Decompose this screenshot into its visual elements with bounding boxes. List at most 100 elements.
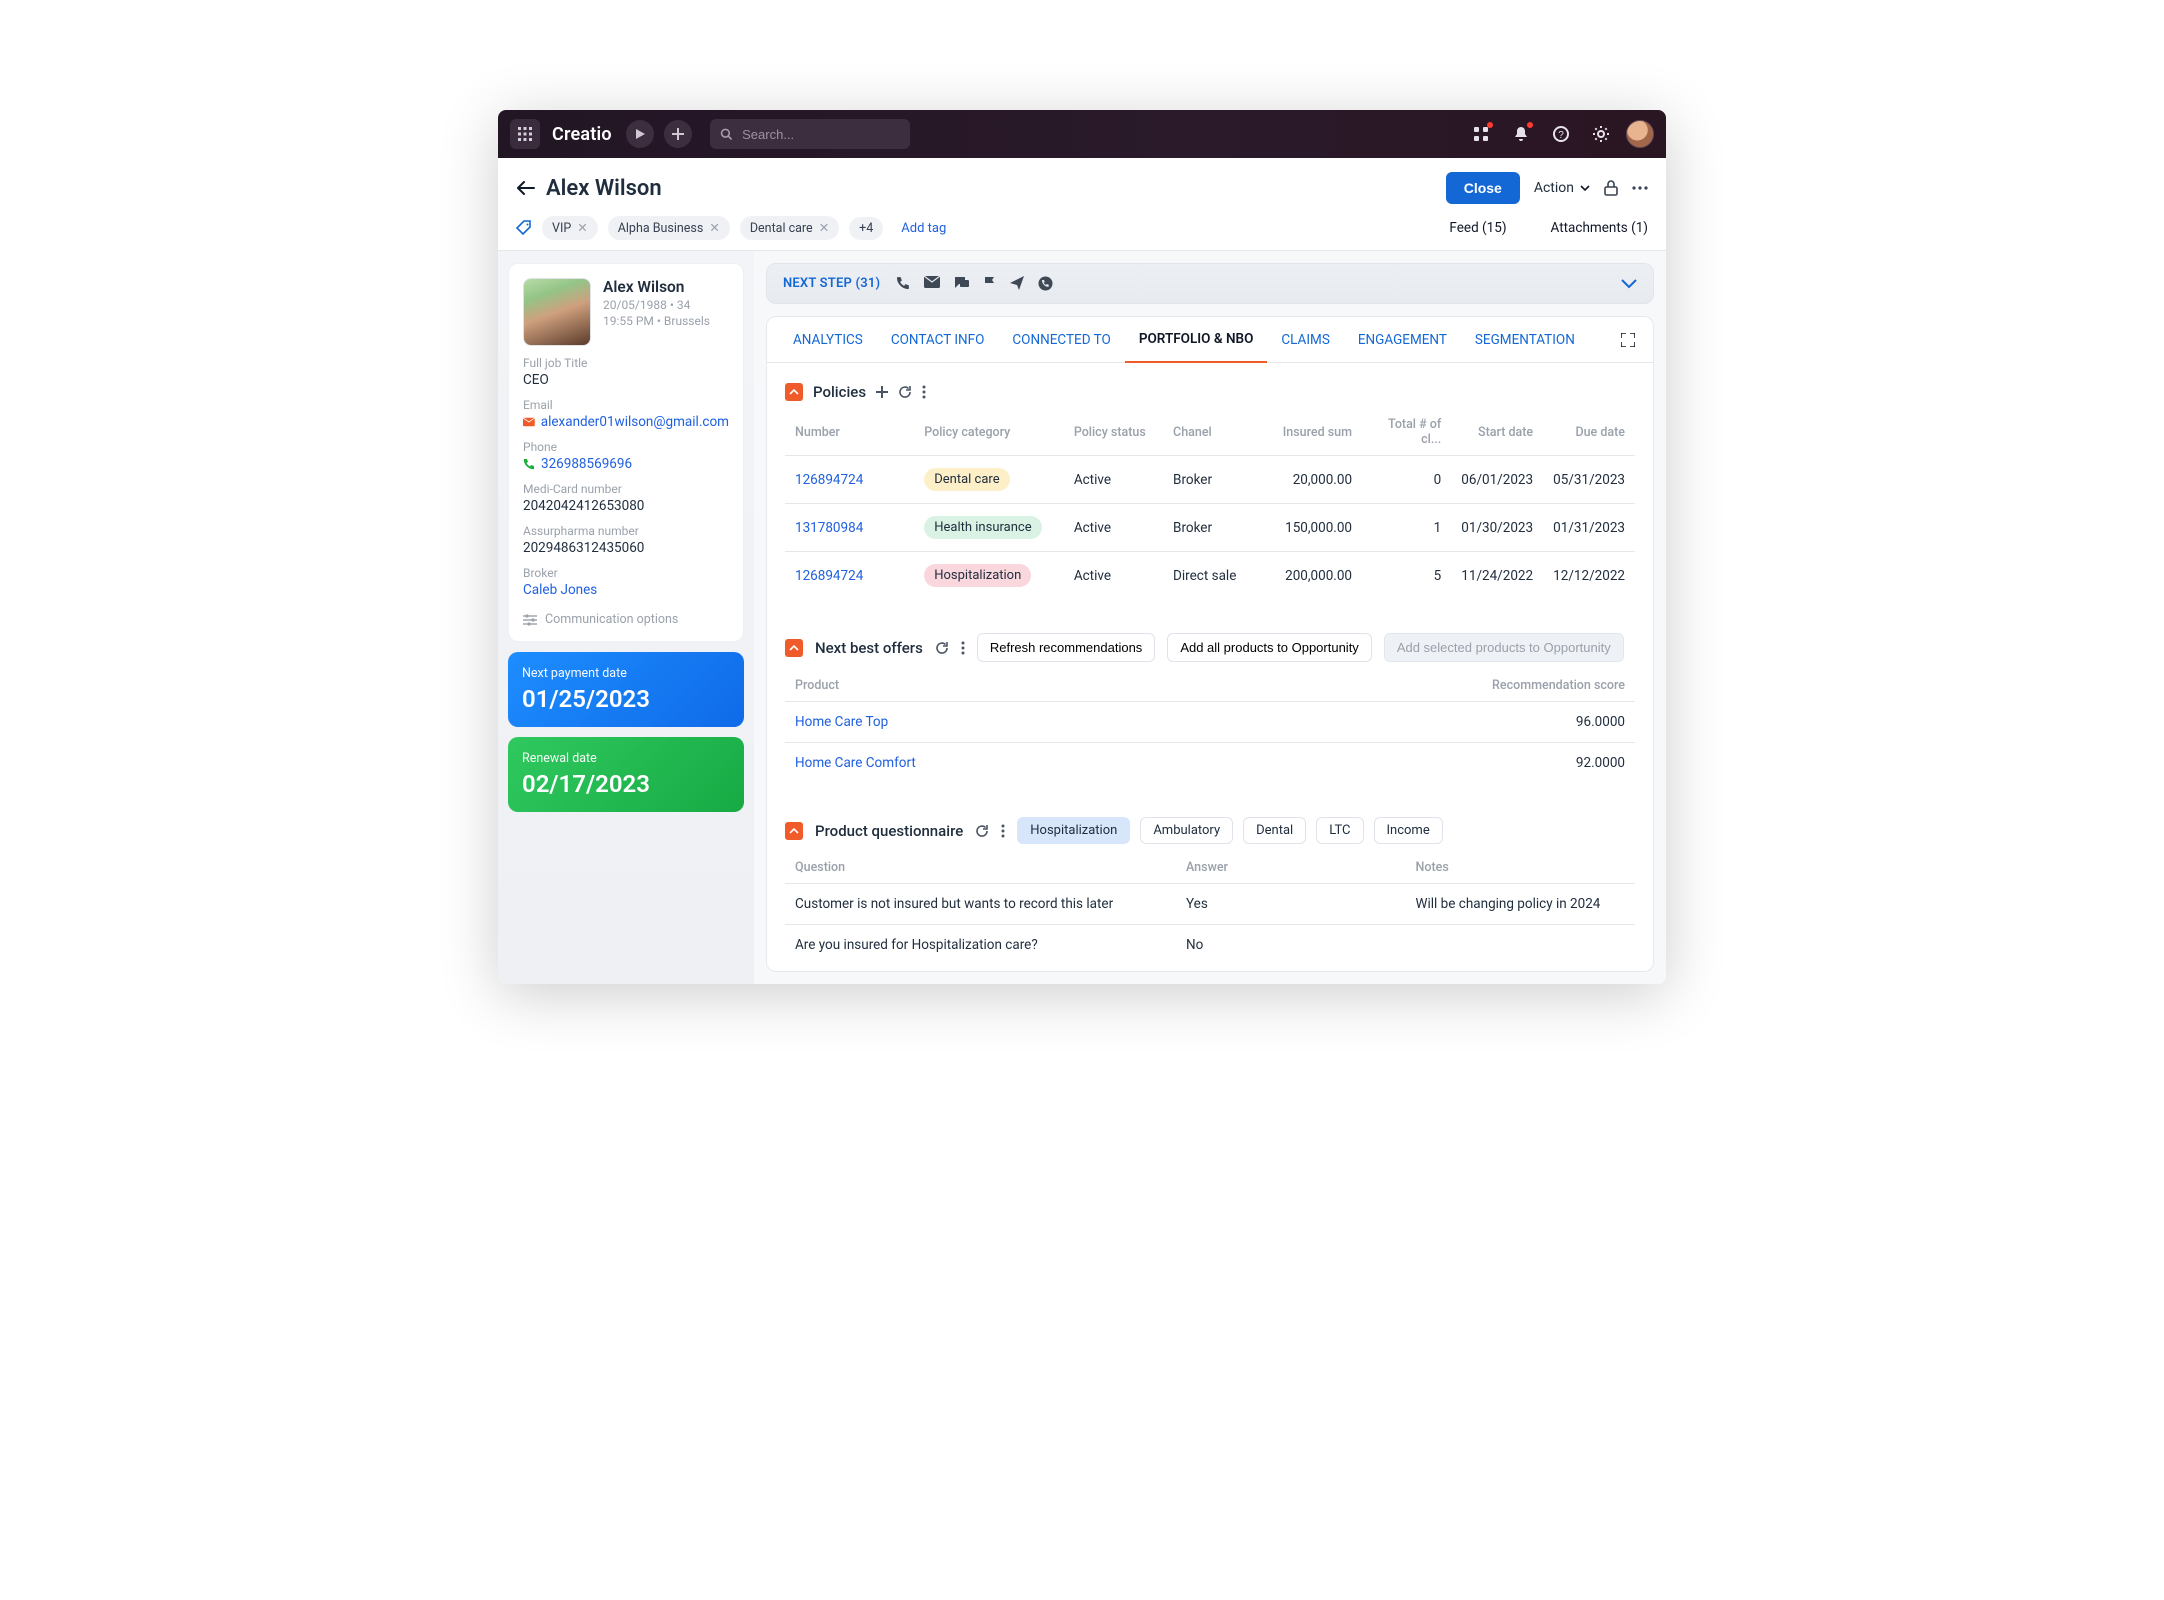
search-input[interactable] [740,126,900,143]
section-collapse-toggle[interactable] [785,383,803,401]
col-category[interactable]: Policy category [914,407,1064,456]
col-start[interactable]: Start date [1451,407,1543,456]
policy-channel: Broker [1163,456,1262,504]
main-content: NEXT STEP (31) ANALYTICSCO [754,251,1666,984]
chat-action[interactable] [954,276,970,291]
col-notes[interactable]: Notes [1406,850,1636,884]
attachments-link[interactable]: Attachments (1) [1551,220,1648,236]
fullscreen-button[interactable] [1621,333,1641,347]
nbo-more[interactable] [961,641,965,655]
col-product[interactable]: Product [785,668,1435,702]
table-row[interactable]: 126894724HospitalizationActiveDirect sal… [785,552,1635,600]
feed-link[interactable]: Feed (15) [1449,220,1506,236]
col-due[interactable]: Due date [1543,407,1635,456]
chip-income[interactable]: Income [1374,817,1443,844]
add-all-products-button[interactable]: Add all products to Opportunity [1167,633,1372,662]
call-action[interactable] [896,276,910,291]
tags-more[interactable]: +4 [849,217,883,240]
policy-number-link[interactable]: 126894724 [795,568,863,584]
col-question[interactable]: Question [785,850,1176,884]
phone-link[interactable]: 326988569696 [541,456,632,472]
current-user-avatar[interactable] [1626,120,1654,148]
broker-link[interactable]: Caleb Jones [523,582,597,598]
policy-number-link[interactable]: 131780984 [795,520,863,536]
col-status[interactable]: Policy status [1064,407,1163,456]
tile-label: Next payment date [522,666,730,681]
action-menu[interactable]: Action [1534,180,1590,196]
email-action[interactable] [924,276,940,291]
add-button[interactable] [664,120,692,148]
flag-action[interactable] [984,276,996,291]
policy-number-link[interactable]: 126894724 [795,472,863,488]
tag-remove[interactable]: ✕ [819,220,829,236]
policies-add[interactable] [876,386,888,398]
nbo-refresh-icon[interactable] [935,641,949,655]
col-claims[interactable]: Total # of cl... [1362,407,1451,456]
table-row[interactable]: Are you insured for Hospitalization care… [785,925,1635,966]
col-number[interactable]: Number [785,407,914,456]
close-button[interactable]: Close [1446,172,1520,204]
tag-chip[interactable]: VIP✕ [542,216,598,240]
next-step-label[interactable]: NEXT STEP (31) [783,276,880,291]
settings-button[interactable] [1586,119,1616,149]
section-collapse-toggle[interactable] [785,639,803,657]
apps-icon-button[interactable] [1466,119,1496,149]
chevron-up-icon [789,389,799,395]
chip-dental[interactable]: Dental [1243,817,1306,844]
policy-claims: 1 [1362,504,1451,552]
whatsapp-action[interactable] [1038,276,1053,291]
play-button[interactable] [626,120,654,148]
chip-ltc[interactable]: LTC [1316,817,1363,844]
policies-more[interactable] [922,385,926,399]
policies-refresh[interactable] [898,385,912,399]
help-button[interactable]: ? [1546,119,1576,149]
back-button[interactable] [516,178,536,198]
tag-chip[interactable]: Alpha Business✕ [608,216,730,240]
expand-icon [1621,333,1635,347]
next-steps-toggle[interactable] [1621,279,1637,289]
sidebar: Alex Wilson 20/05/1988 • 34 19:55 PM • B… [498,251,754,984]
col-sum[interactable]: Insured sum [1262,407,1362,456]
refresh-recommendations-button[interactable]: Refresh recommendations [977,633,1155,662]
notifications-button[interactable] [1506,119,1536,149]
tab-contact-info[interactable]: CONTACT INFO [877,318,999,362]
col-channel[interactable]: Chanel [1163,407,1262,456]
table-row[interactable]: Home Care Top96.0000 [785,702,1635,743]
questionnaire-more[interactable] [1001,824,1005,838]
lock-button[interactable] [1604,180,1618,196]
table-row[interactable]: 131780984Health insuranceActiveBroker150… [785,504,1635,552]
table-row[interactable]: 126894724Dental careActiveBroker20,000.0… [785,456,1635,504]
communication-options[interactable]: Communication options [523,612,729,627]
add-tag-link[interactable]: Add tag [901,221,946,236]
table-row[interactable]: Customer is not insured but wants to rec… [785,884,1635,925]
chip-hospitalization[interactable]: Hospitalization [1017,817,1130,844]
bell-icon [1513,126,1529,142]
col-answer[interactable]: Answer [1176,850,1406,884]
nbo-product-link[interactable]: Home Care Comfort [795,755,916,771]
table-row[interactable]: Home Care Comfort92.0000 [785,743,1635,784]
nbo-product-link[interactable]: Home Care Top [795,714,888,730]
chat-icon [954,276,970,290]
tab-portfolio-nbo[interactable]: PORTFOLIO & NBO [1125,317,1268,363]
col-score[interactable]: Recommendation score [1435,668,1635,702]
tab-analytics[interactable]: ANALYTICS [779,318,877,362]
tab-segmentation[interactable]: SEGMENTATION [1461,318,1589,362]
nbo-table: Product Recommendation score Home Care T… [785,668,1635,783]
tag-icon [516,220,532,236]
kebab-icon [1001,824,1005,838]
global-search[interactable] [710,119,910,149]
chip-ambulatory[interactable]: Ambulatory [1140,817,1233,844]
tab-claims[interactable]: CLAIMS [1267,318,1343,362]
tag-chip[interactable]: Dental care✕ [740,216,839,240]
send-action[interactable] [1010,276,1024,291]
tab-connected-to[interactable]: CONNECTED TO [998,318,1124,362]
questionnaire-refresh[interactable] [975,824,989,838]
app-switcher-button[interactable] [510,119,540,149]
email-link[interactable]: alexander01wilson@gmail.com [541,414,729,430]
tag-remove[interactable]: ✕ [709,220,719,236]
tab-engagement[interactable]: ENGAGEMENT [1344,318,1461,362]
more-button[interactable] [1632,186,1648,190]
section-collapse-toggle[interactable] [785,822,803,840]
tag-remove[interactable]: ✕ [577,220,587,236]
job-title-label: Full job Title [523,356,729,370]
